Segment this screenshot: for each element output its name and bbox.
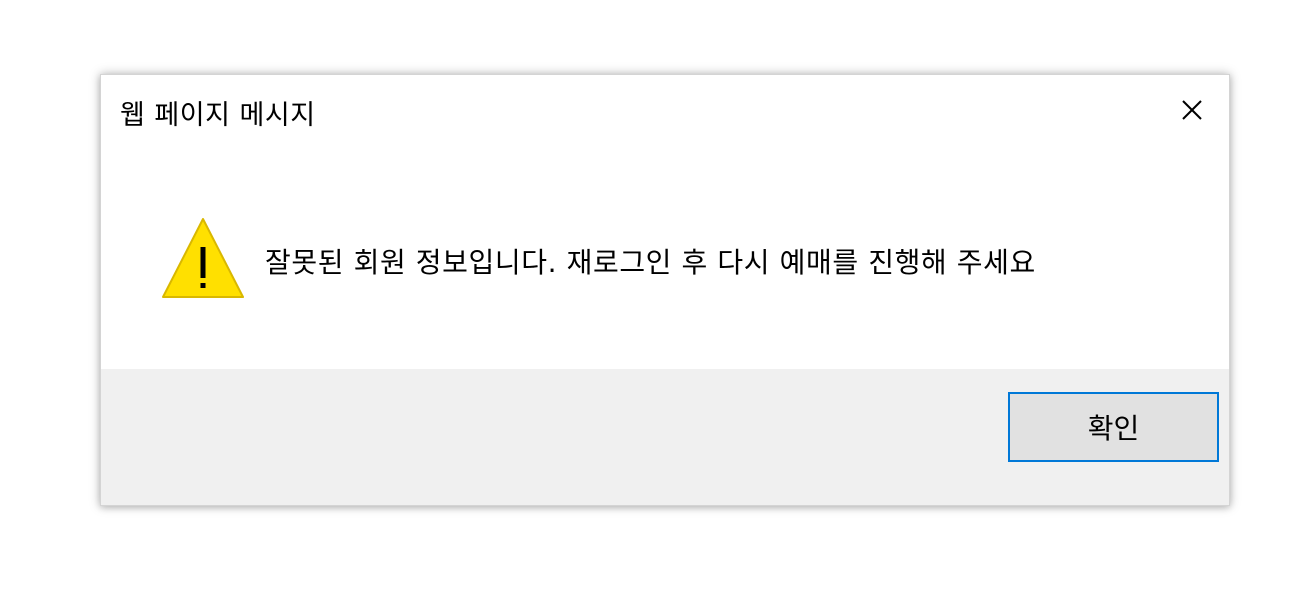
message-dialog: 웹 페이지 메시지 잘못된 회원 정보입니다. 재로그인 후 다시 예매를 진행… (100, 74, 1230, 506)
dialog-message: 잘못된 회원 정보입니다. 재로그인 후 다시 예매를 진행해 주세요 (265, 246, 1036, 279)
title-bar: 웹 페이지 메시지 (101, 75, 1229, 147)
dialog-footer: 확인 (101, 369, 1229, 505)
close-icon (1182, 100, 1202, 120)
close-button[interactable] (1173, 91, 1211, 129)
dialog-title: 웹 페이지 메시지 (120, 100, 316, 131)
warning-icon (162, 218, 244, 298)
ok-button[interactable]: 확인 (1008, 392, 1219, 462)
